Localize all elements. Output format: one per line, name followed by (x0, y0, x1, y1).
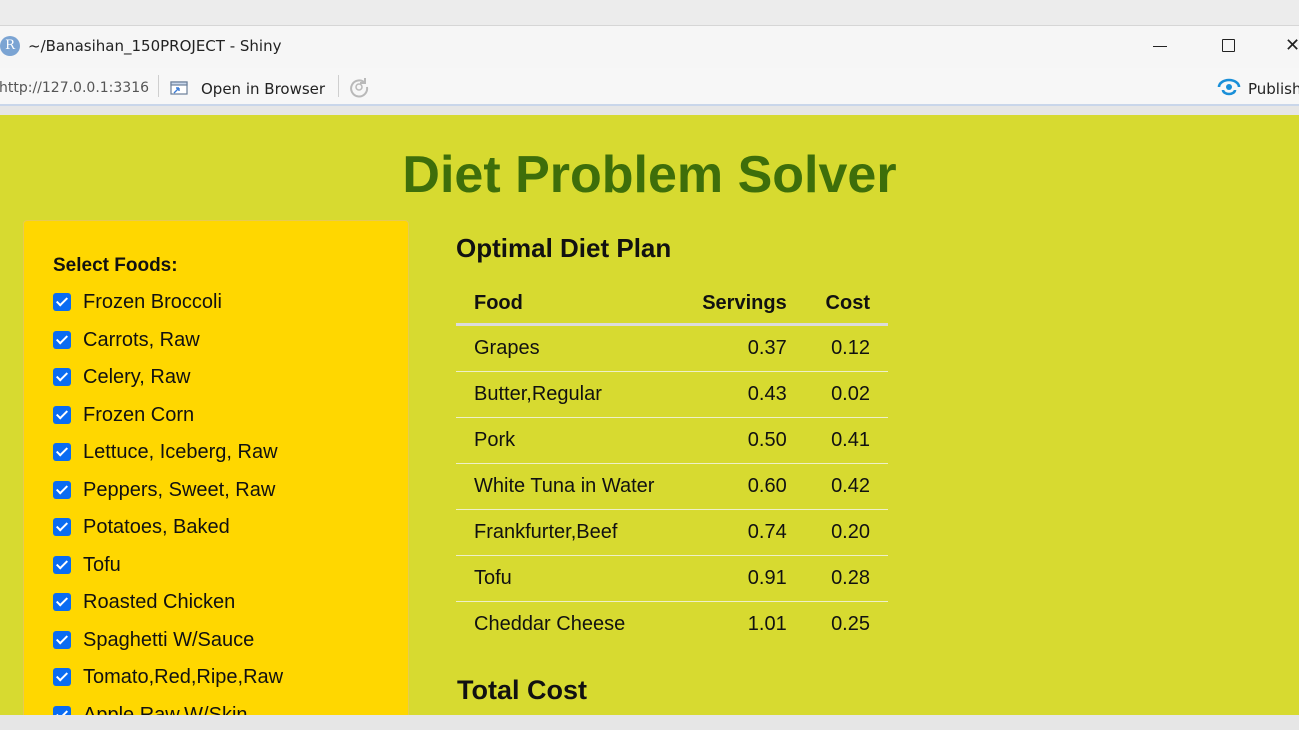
checkbox-checked-icon[interactable] (53, 331, 71, 349)
food-checkbox-label: Celery, Raw (83, 365, 191, 388)
food-checkbox-row[interactable]: Peppers, Sweet, Raw (53, 478, 275, 502)
food-checkbox-row[interactable]: Frozen Broccoli (53, 290, 222, 314)
food-checkbox-row[interactable]: Spaghetti W/Sauce (53, 628, 254, 652)
food-checkbox-row[interactable]: Celery, Raw (53, 365, 190, 389)
total-cost-heading: Total Cost (457, 675, 587, 705)
food-checkbox-label: Spaghetti W/Sauce (83, 628, 255, 651)
window-title: ~/Banasihan_150PROJECT - Shiny (28, 37, 282, 55)
checkbox-checked-icon[interactable] (53, 556, 71, 574)
r-logo-icon: R (0, 36, 20, 56)
table-row: Grapes 0.37 0.12 (456, 324, 888, 372)
url-text[interactable]: http://127.0.0.1:3316 (0, 80, 149, 96)
minimize-icon[interactable] (1149, 36, 1171, 56)
table-row: Tofu 0.91 0.28 (456, 555, 888, 602)
cell-cost: 0.28 (804, 555, 888, 602)
cell-servings: 0.74 (680, 509, 805, 556)
cell-cost: 0.41 (804, 417, 888, 464)
checkbox-checked-icon[interactable] (53, 293, 71, 311)
table-row: Pork 0.50 0.41 (456, 417, 888, 464)
checkbox-checked-icon[interactable] (53, 668, 71, 686)
table-header-row: Food Servings Cost (456, 283, 888, 326)
cell-servings: 0.37 (680, 324, 805, 372)
cell-food: White Tuna in Water (456, 463, 681, 510)
open-in-browser-button[interactable]: Open in Browser (201, 80, 325, 98)
cell-food: Frankfurter,Beef (456, 509, 681, 556)
window-top-strip (0, 0, 1299, 26)
close-icon[interactable]: ✕ (1285, 36, 1299, 56)
cell-cost: 0.25 (831, 613, 870, 635)
food-selection-panel: Select Foods: Frozen Broccoli Carrots, R… (23, 220, 409, 715)
food-checkbox-row[interactable]: Lettuce, Iceberg, Raw (53, 440, 278, 464)
cell-food: Butter,Regular (456, 371, 681, 418)
table-row: Cheddar Cheese 1.01 0.25 (456, 602, 888, 648)
food-checkbox-row[interactable]: Potatoes, Baked (53, 515, 230, 539)
food-checkbox-label: Lettuce, Iceberg, Raw (83, 440, 278, 463)
table-row: Butter,Regular 0.43 0.02 (456, 371, 888, 418)
cell-cost: 0.12 (804, 324, 888, 372)
cell-servings: 1.01 (747, 613, 787, 635)
food-checkbox-label: Frozen Broccoli (83, 290, 222, 313)
diet-plan-table: Food Servings Cost Grapes 0.37 0.12 Butt… (456, 283, 888, 647)
reload-icon[interactable] (347, 75, 371, 99)
table-row: Frankfurter,Beef 0.74 0.20 (456, 509, 888, 556)
food-checkbox-label: Tomato,Red,Ripe,Raw (83, 665, 284, 688)
cell-servings: 0.60 (680, 463, 805, 510)
food-checkbox-label: Roasted Chicken (83, 590, 236, 613)
food-checkbox-row[interactable]: Apple,Raw,W/Skin (53, 703, 248, 715)
cell-servings: 0.50 (680, 417, 805, 464)
viewer-toolbar (0, 68, 1299, 106)
food-checkbox-row[interactable]: Carrots, Raw (53, 328, 200, 352)
maximize-icon[interactable] (1219, 36, 1241, 56)
checkbox-checked-icon[interactable] (53, 406, 71, 424)
checkbox-checked-icon[interactable] (53, 481, 71, 499)
checkbox-checked-icon[interactable] (53, 368, 71, 386)
cell-cost: 0.42 (804, 463, 888, 510)
food-checkbox-label: Potatoes, Baked (83, 515, 230, 538)
cell-food: Pork (456, 417, 681, 464)
checkbox-checked-icon[interactable] (53, 706, 71, 715)
cell-food: Grapes (456, 324, 681, 372)
app-title: Diet Problem Solver (402, 146, 897, 204)
column-header-servings: Servings (680, 283, 805, 326)
food-checkbox-label: Tofu (83, 553, 121, 576)
food-checkbox-row[interactable]: Tofu (53, 553, 121, 577)
table-row: White Tuna in Water 0.60 0.42 (456, 463, 888, 510)
cell-food: Tofu (456, 555, 681, 602)
food-checkbox-row[interactable]: Tomato,Red,Ripe,Raw (53, 665, 283, 689)
food-checkbox-label: Apple,Raw,W/Skin (83, 703, 248, 716)
cell-cost: 0.20 (804, 509, 888, 556)
checkbox-checked-icon[interactable] (53, 443, 71, 461)
food-checkbox-row[interactable]: Roasted Chicken (53, 590, 235, 614)
food-checkbox-label: Carrots, Raw (83, 328, 200, 351)
publish-icon[interactable] (1216, 76, 1242, 98)
checkbox-checked-icon[interactable] (53, 593, 71, 611)
shiny-app-area: Diet Problem Solver Select Foods: Frozen… (0, 115, 1299, 715)
toolbar-divider (158, 75, 159, 97)
cell-cost: 0.02 (804, 371, 888, 418)
food-checkbox-label: Peppers, Sweet, Raw (83, 478, 276, 501)
checkbox-checked-icon[interactable] (53, 631, 71, 649)
optimal-diet-plan-heading: Optimal Diet Plan (456, 233, 672, 263)
food-checkbox-label: Frozen Corn (83, 403, 195, 426)
column-header-food: Food (456, 283, 681, 326)
publish-button[interactable]: Publish (1248, 80, 1299, 98)
select-foods-label: Select Foods: (53, 255, 178, 276)
toolbar-divider (338, 75, 339, 97)
cell-food: Cheddar Cheese (474, 613, 626, 635)
browser-window-icon[interactable] (170, 80, 190, 96)
cell-servings: 0.91 (680, 555, 805, 602)
food-checkbox-row[interactable]: Frozen Corn (53, 403, 194, 427)
column-header-cost: Cost (804, 283, 888, 326)
checkbox-checked-icon[interactable] (53, 518, 71, 536)
cell-servings: 0.43 (680, 371, 805, 418)
